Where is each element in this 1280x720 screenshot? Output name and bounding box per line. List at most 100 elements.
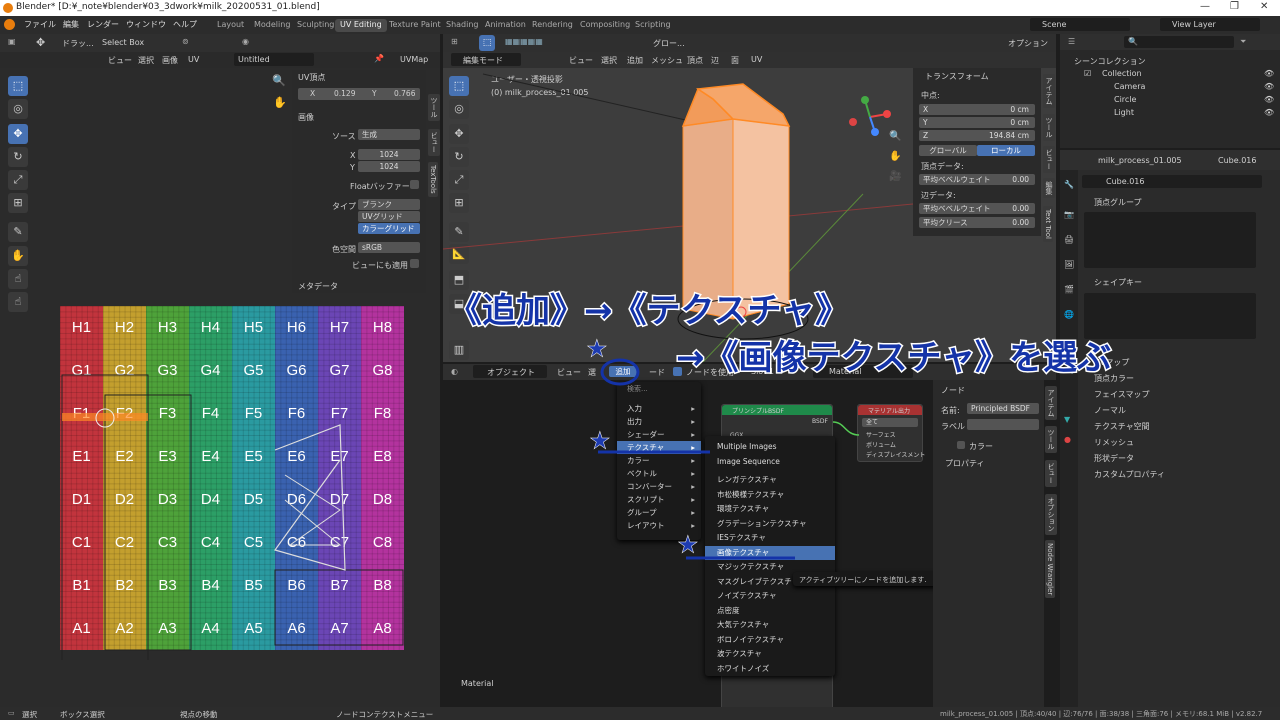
uv-x-value[interactable]: 0.129 (334, 89, 355, 98)
vp-tab-text-tool[interactable]: Text Tool (1043, 206, 1053, 242)
collection-checkbox-icon[interactable]: ☑ (1084, 69, 1091, 78)
uv-tab-textools[interactable]: TexTools (428, 162, 438, 197)
type-color-grid[interactable]: カラーグリッド (358, 223, 420, 234)
normals-panel[interactable]: ノーマル (1094, 405, 1126, 416)
texture-item[interactable]: 点密度 (705, 604, 835, 619)
scene-collection[interactable]: シーンコレクション (1074, 56, 1146, 67)
tab-rendering[interactable]: Rendering (527, 19, 578, 32)
uv-menu-uv[interactable]: UV (188, 55, 199, 64)
vp-camera-icon[interactable]: 🎥 (889, 171, 901, 182)
proportional-icon[interactable]: ◉ (242, 37, 249, 46)
node-label-field[interactable] (967, 419, 1039, 430)
crease-field[interactable]: 平均クリース 0.00 (919, 217, 1035, 228)
mesh-data-field[interactable]: Cube.016 (1082, 175, 1262, 188)
cursor-tool[interactable]: ◎ (8, 99, 28, 119)
material-tab-icon[interactable]: ● (1064, 435, 1071, 444)
outliner-circle[interactable]: Circle (1114, 95, 1136, 104)
move-tool[interactable]: ✥ (8, 124, 28, 144)
grab-tool[interactable]: ✋ (8, 246, 28, 266)
tab-compositing[interactable]: Compositing (575, 19, 635, 32)
view-layer-selector[interactable]: View Layer (1160, 18, 1260, 31)
maximize-icon[interactable]: ❐ (1230, 1, 1239, 12)
tab-scripting[interactable]: Scripting (630, 19, 676, 32)
pinch-tool[interactable]: ☝ (8, 292, 28, 312)
texture-item[interactable]: ボロノイテクスチャ (705, 633, 835, 648)
select-mode-dropdown[interactable]: Select Box (102, 38, 144, 47)
view-as-render-checkbox[interactable] (410, 259, 419, 268)
move-icon[interactable]: ✥ (36, 36, 45, 49)
image-height-field[interactable]: 1024 (358, 161, 420, 172)
float-buffer-checkbox[interactable] (410, 180, 419, 189)
tab-animation[interactable]: Animation (480, 19, 531, 32)
shape-keys-panel[interactable]: シェイプキー (1094, 277, 1142, 288)
material-output-node[interactable]: マテリアル出力 全て サーフェス ボリューム ディスプレイスメント (857, 404, 925, 462)
tab-texture-paint[interactable]: Texture Paint (384, 19, 446, 32)
type-blank[interactable]: ブランク (358, 199, 420, 210)
menu-file[interactable]: ファイル (24, 19, 56, 30)
texture-item[interactable]: 大気テクスチャ (705, 618, 835, 633)
ne-tab-item[interactable]: アイテム (1045, 386, 1057, 420)
uv-menu-select[interactable]: 選択 (138, 55, 154, 66)
render-tab-icon[interactable]: 📷 (1064, 210, 1074, 219)
uv-tab-view[interactable]: ビュー (428, 129, 440, 156)
outliner-camera[interactable]: Camera (1114, 82, 1145, 91)
scene-tab-icon[interactable]: 🎬 (1064, 285, 1074, 294)
outliner-light[interactable]: Light (1114, 108, 1134, 117)
output-tab-icon[interactable]: 🖨 (1064, 235, 1074, 244)
navigation-gizmo[interactable] (845, 92, 895, 142)
custom-properties-panel[interactable]: カスタムプロパティ (1094, 469, 1165, 480)
tab-modeling[interactable]: Modeling (249, 19, 295, 32)
colorspace-dropdown[interactable]: sRGB (358, 242, 420, 253)
vp-pan-icon[interactable]: ✋ (889, 151, 901, 162)
uv-tab-tool[interactable]: ツール (428, 94, 440, 121)
pin-icon[interactable]: 📌 (374, 54, 384, 63)
annotate-tool[interactable]: ✎ (8, 222, 28, 242)
menu-help[interactable]: ヘルプ (173, 19, 197, 30)
minimize-icon[interactable]: — (1200, 1, 1210, 12)
node-name-field[interactable]: Principled BSDF (967, 403, 1039, 414)
vp-tab-view[interactable]: ビュー (1043, 146, 1055, 173)
tab-uv-editing[interactable]: UV Editing (335, 19, 387, 32)
zoom-icon[interactable]: 🔍 (272, 74, 286, 87)
socket-surface[interactable]: サーフェス (866, 430, 896, 439)
blender-menu-icon[interactable] (4, 19, 15, 30)
view-layer-tab-icon[interactable]: 🖼 (1064, 260, 1074, 269)
relax-tool[interactable]: ☝ (8, 269, 28, 289)
texture-item[interactable]: ホワイトノイズ (705, 662, 835, 677)
median-y-field[interactable]: Y 0 cm (919, 117, 1035, 128)
filter-icon[interactable]: ⏷ (1240, 37, 1246, 47)
vp-zoom-icon[interactable]: 🔍 (889, 131, 901, 142)
menu-edit[interactable]: 編集 (63, 19, 79, 30)
tab-shading[interactable]: Shading (441, 19, 484, 32)
snapping-icon[interactable]: ⊚ (182, 37, 189, 46)
image-selector[interactable]: Untitled (234, 53, 314, 66)
node-editor-type-icon[interactable]: ◐ (451, 367, 458, 376)
texture-space-panel[interactable]: テクスチャ空間 (1094, 421, 1150, 432)
scene-selector[interactable]: Scene (1030, 18, 1130, 31)
texture-item[interactable]: 波テクスチャ (705, 647, 835, 662)
local-toggle[interactable]: ローカル (977, 145, 1035, 156)
output-target-dropdown[interactable]: 全て (862, 418, 918, 427)
editor-type-icon[interactable]: ▣ (8, 37, 16, 46)
uv-y-value[interactable]: 0.766 (394, 89, 415, 98)
transform-tool[interactable]: ⊞ (8, 193, 28, 213)
select-box-tool[interactable]: ⬚ (8, 76, 28, 96)
geometry-data-panel[interactable]: 形状データ (1094, 453, 1134, 464)
visibility-eye-icon[interactable]: 👁 (1264, 95, 1274, 104)
median-x-field[interactable]: X 0 cm (919, 104, 1035, 115)
ne-tab-tool[interactable]: ツール (1045, 426, 1057, 453)
world-tab-icon[interactable]: 🌐 (1064, 310, 1074, 319)
socket-volume[interactable]: ボリューム (866, 440, 896, 449)
vertex-groups-panel[interactable]: 頂点グループ (1094, 197, 1142, 208)
texture-item[interactable]: ノイズテクスチャ (705, 589, 835, 604)
metadata-panel-header[interactable]: メタデータ (292, 279, 426, 293)
visibility-eye-icon[interactable]: 👁 (1264, 69, 1274, 78)
visibility-eye-icon[interactable]: 👁 (1264, 82, 1274, 91)
tab-sculpting[interactable]: Sculpting (292, 19, 339, 32)
vertex-groups-list[interactable] (1084, 212, 1256, 268)
menu-render[interactable]: レンダー (87, 19, 119, 30)
vp-tab-item[interactable]: アイテム (1043, 74, 1055, 108)
uv-menu-view[interactable]: ビュー (108, 55, 132, 66)
vp-tab-edit[interactable]: 編集 (1043, 178, 1055, 198)
scale-tool[interactable]: ⤢ (8, 170, 28, 190)
